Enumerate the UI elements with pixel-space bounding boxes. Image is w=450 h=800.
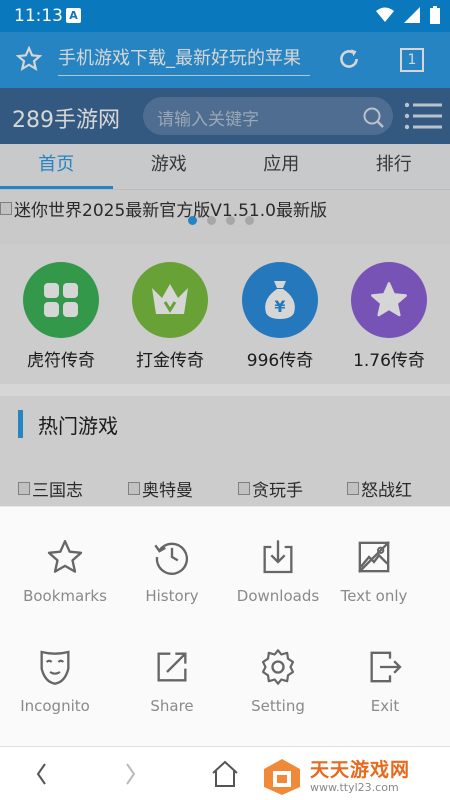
hot-game-label: 三国志: [32, 481, 83, 501]
carousel-dots: [188, 216, 254, 225]
menu-label: Exit: [370, 697, 400, 715]
section-accent: [18, 410, 23, 438]
battery-icon: [430, 6, 440, 24]
star-icon: [351, 262, 427, 338]
menu-label: Setting: [251, 697, 305, 715]
site-search-input[interactable]: 请输入关键字: [143, 97, 393, 135]
broken-image-icon: [18, 482, 30, 495]
site-nav-tabs: 首页 游戏 应用 排行: [0, 144, 450, 190]
menu-label: Incognito: [20, 697, 90, 715]
share-icon: [157, 652, 187, 682]
grid-icon: [23, 262, 99, 338]
carousel-dot[interactable]: [226, 216, 235, 225]
home-icon[interactable]: [210, 759, 240, 789]
hot-game-label: 贪玩手: [252, 481, 303, 501]
tab-ranking[interactable]: 排行: [338, 144, 450, 189]
menu-label: Downloads: [236, 587, 320, 605]
menu-icon[interactable]: [404, 102, 442, 130]
menu-bookmarks[interactable]: Bookmarks: [10, 537, 120, 637]
banner-alt-text: 迷你世界2025最新官方版V1.51.0最新版: [14, 201, 327, 221]
hot-game-item[interactable]: 奥特曼: [128, 476, 193, 501]
notification-a-icon: A: [66, 8, 81, 23]
tab-home[interactable]: 首页: [0, 144, 113, 189]
star-outline-icon: [47, 540, 83, 573]
menu-share[interactable]: Share: [117, 647, 227, 747]
wifi-icon: [376, 7, 394, 22]
status-bar: 11:13 A: [0, 0, 450, 32]
broken-image-icon: [238, 482, 250, 495]
carousel-dot[interactable]: [207, 216, 216, 225]
menu-label: Share: [150, 697, 194, 715]
site-header: 289手游网 请输入关键字: [0, 88, 450, 144]
gear-icon: [261, 649, 295, 685]
broken-image-icon: [0, 202, 12, 215]
tab-count-button[interactable]: 1: [400, 48, 424, 72]
svg-text:¥: ¥: [274, 297, 285, 316]
menu-label: Bookmarks: [23, 587, 107, 605]
quick-links: 虎符传奇 打金传奇 ¥ 996传奇 1.76传奇: [0, 244, 450, 384]
menu-label: History: [145, 587, 199, 605]
download-icon: [263, 540, 293, 574]
quick-link-label: 1.76传奇: [353, 351, 425, 371]
menu-text-only[interactable]: Text only: [319, 537, 429, 637]
quick-link-hufu[interactable]: 虎符传奇: [6, 262, 116, 371]
status-time: 11:13: [14, 6, 63, 26]
carousel-dot[interactable]: [188, 216, 197, 225]
menu-incognito[interactable]: Incognito: [0, 647, 110, 747]
clock-icon: [154, 542, 189, 575]
menu-downloads[interactable]: Downloads: [223, 537, 333, 637]
quick-link-label: 打金传奇: [136, 351, 204, 371]
banner-image[interactable]: 迷你世界2025最新官方版V1.51.0最新版: [0, 196, 327, 221]
hot-game-item[interactable]: 三国志: [18, 476, 83, 501]
quick-link-dajin[interactable]: 打金传奇: [115, 262, 225, 371]
mask-icon: [40, 650, 70, 685]
tab-apps[interactable]: 应用: [225, 144, 338, 189]
crown-icon: [132, 262, 208, 338]
hot-game-item[interactable]: 贪玩手: [238, 476, 303, 501]
menu-setting[interactable]: Setting: [223, 647, 333, 747]
back-icon[interactable]: [30, 759, 54, 789]
broken-image-icon: [128, 482, 140, 495]
banner-carousel[interactable]: 迷你世界2025最新官方版V1.51.0最新版: [0, 190, 450, 244]
forward-icon[interactable]: [118, 759, 142, 789]
menu-history[interactable]: History: [117, 537, 227, 637]
search-icon[interactable]: [361, 105, 385, 129]
url-field[interactable]: 手机游戏下载_最新好玩的苹果: [58, 46, 310, 76]
exit-icon: [370, 651, 402, 683]
site-logo[interactable]: 289手游网: [12, 102, 120, 134]
hot-game-label: 怒战红: [361, 481, 412, 501]
quick-link-label: 996传奇: [246, 351, 314, 371]
watermark: 天天游戏网 www.ttyl23.com: [248, 751, 450, 800]
menu-label: Text only: [340, 587, 408, 605]
tab-games[interactable]: 游戏: [113, 144, 226, 189]
status-icons: [376, 6, 440, 24]
section-title: 热门游戏: [38, 414, 118, 438]
bottom-nav: 天天游戏网 www.ttyl23.com: [0, 746, 450, 800]
search-placeholder: 请输入关键字: [157, 110, 259, 130]
quick-link-996[interactable]: ¥ 996传奇: [225, 262, 335, 371]
watermark-logo-icon: [264, 759, 300, 795]
browser-menu-sheet: Bookmarks History Downloads Text only In…: [0, 506, 450, 746]
broken-image-icon: [347, 482, 359, 495]
hot-game-label: 奥特曼: [142, 481, 193, 501]
quick-link-label: 虎符传奇: [27, 351, 95, 371]
hot-game-item[interactable]: 怒战红: [347, 476, 412, 501]
browser-toolbar: 手机游戏下载_最新好玩的苹果 1: [0, 32, 450, 88]
bookmark-star-icon[interactable]: [16, 46, 42, 72]
watermark-title: 天天游戏网: [310, 759, 411, 781]
signal-icon: [404, 7, 420, 23]
money-bag-icon: ¥: [242, 262, 318, 338]
carousel-dot[interactable]: [245, 216, 254, 225]
image-off-icon: [358, 541, 390, 573]
quick-link-176[interactable]: 1.76传奇: [334, 262, 444, 371]
hot-games-section: 热门游戏 三国志 奥特曼 贪玩手 怒战红: [0, 396, 450, 506]
menu-exit[interactable]: Exit: [330, 647, 440, 747]
watermark-url: www.ttyl23.com: [310, 781, 399, 794]
reload-icon[interactable]: [336, 46, 362, 72]
